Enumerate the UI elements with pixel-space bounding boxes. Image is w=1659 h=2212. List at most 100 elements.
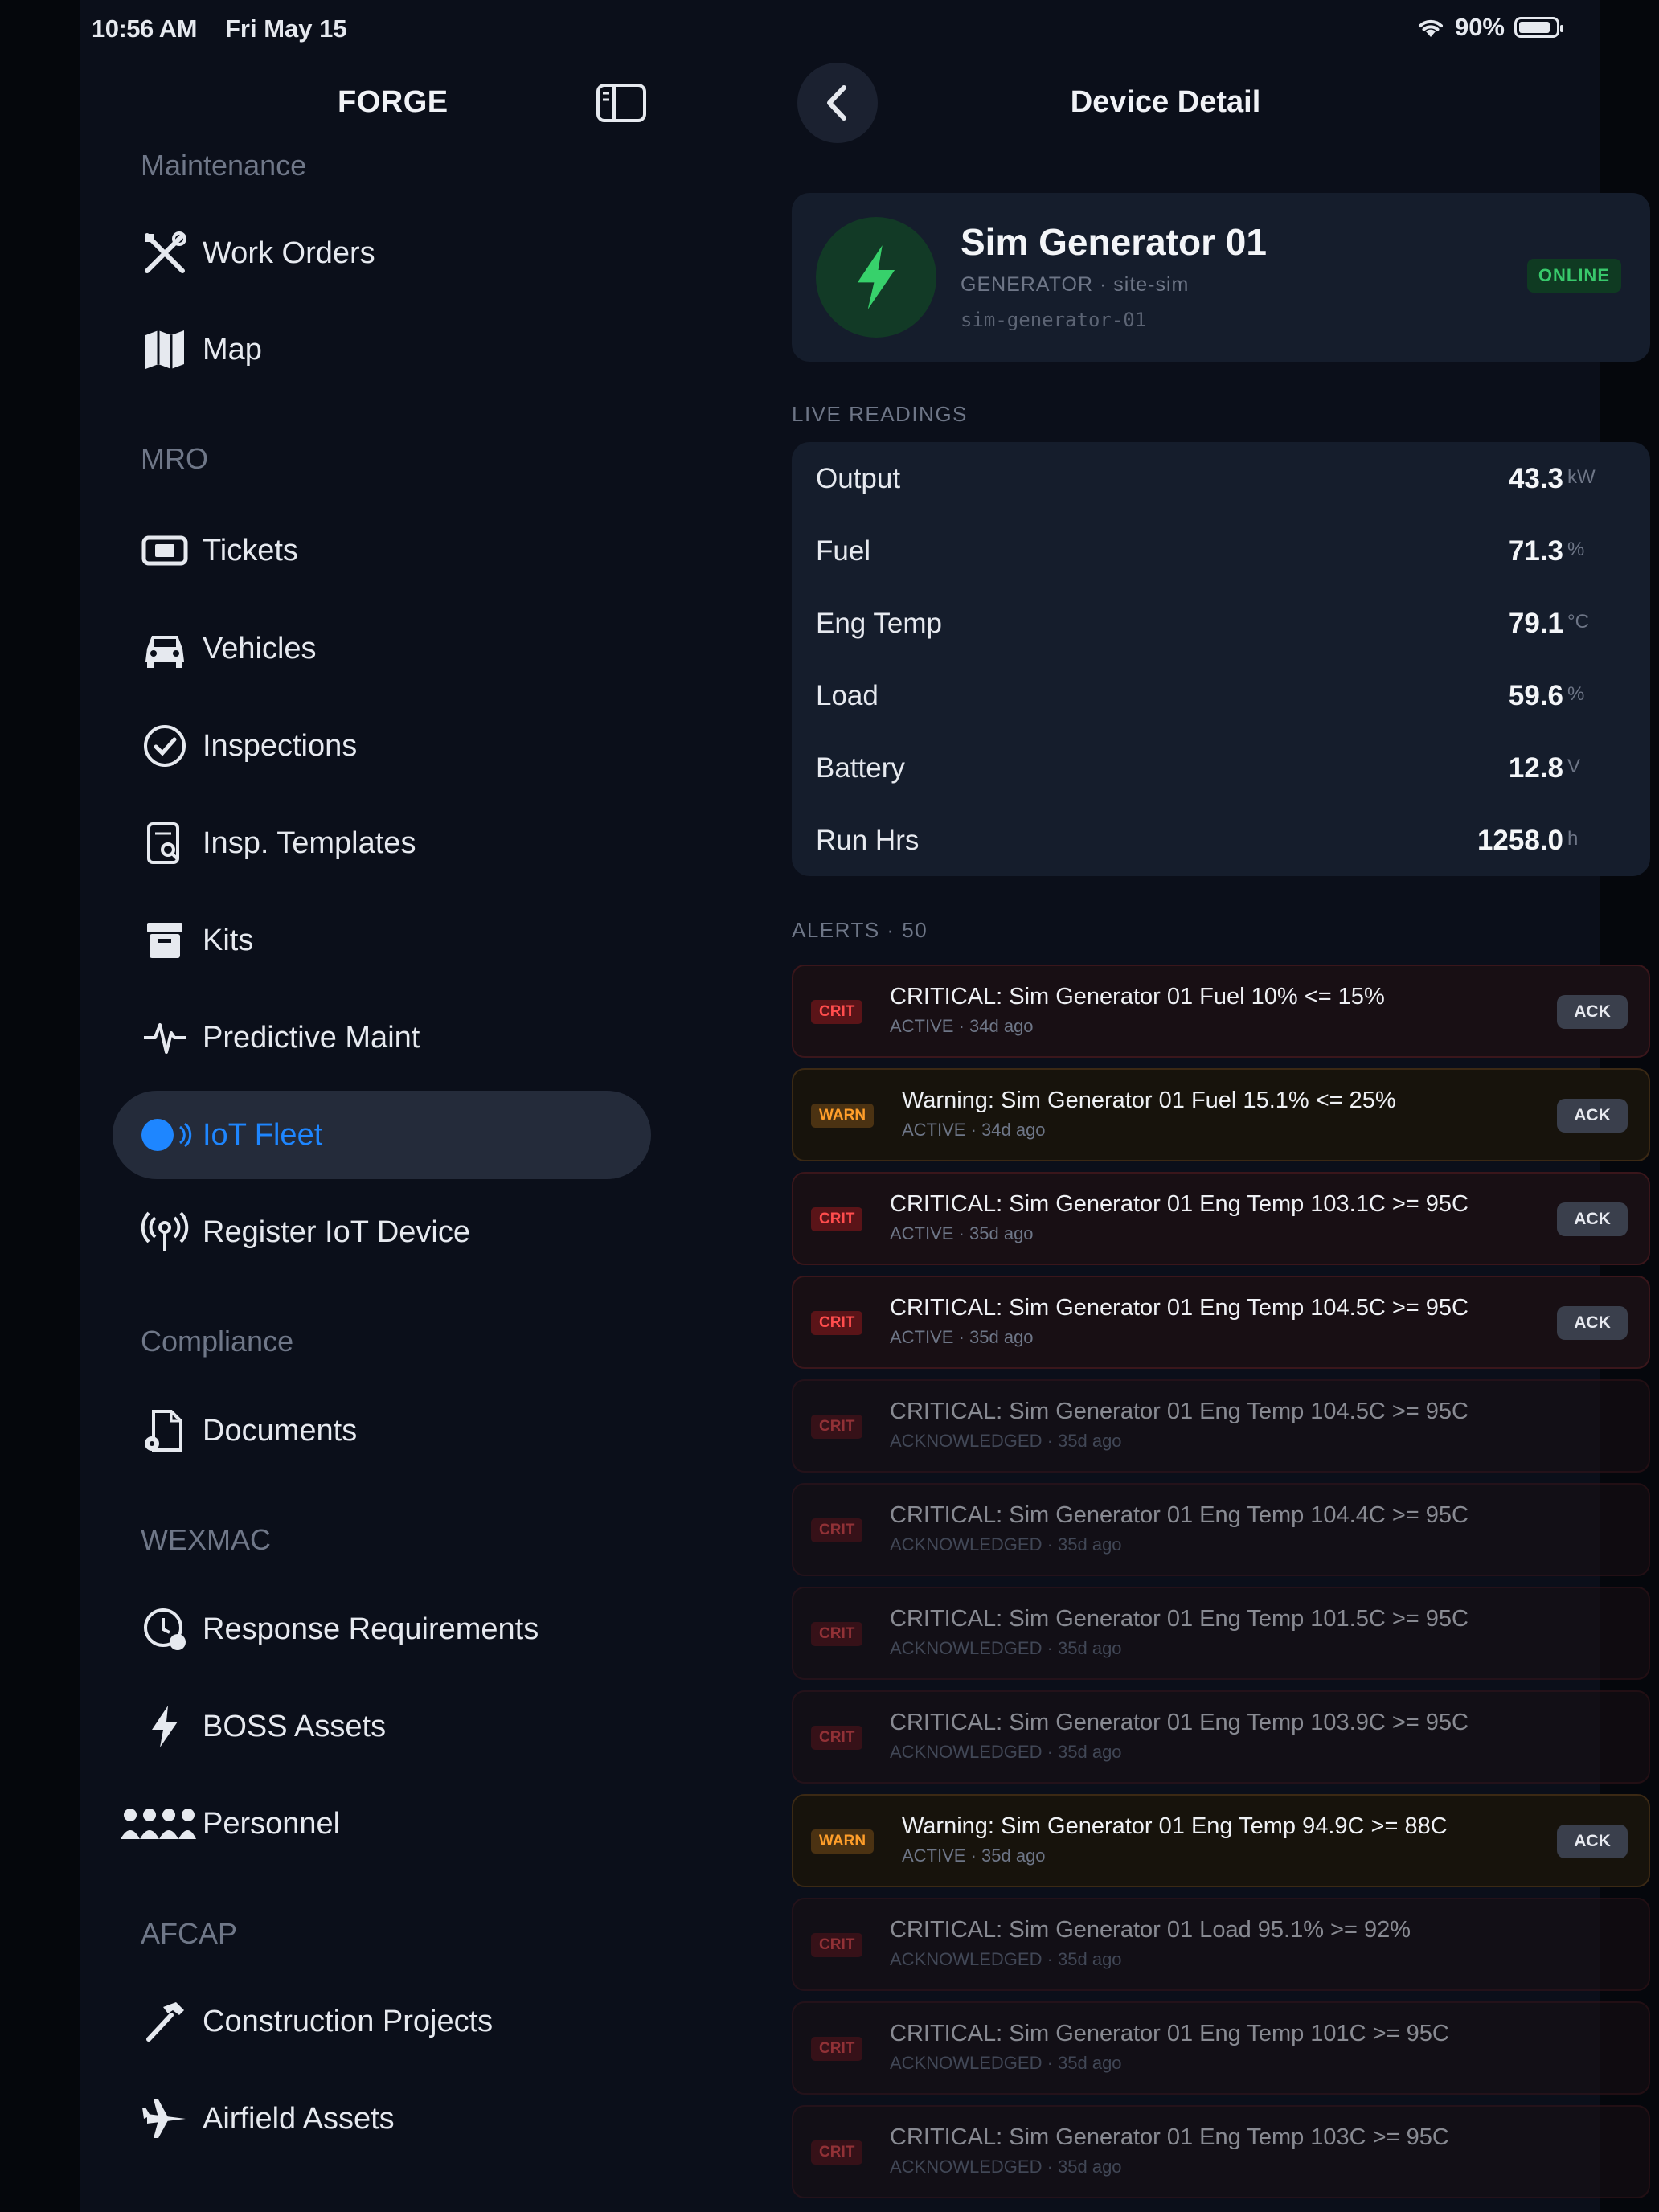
alert-row[interactable]: WARN Warning: Sim Generator 01 Eng Temp … [792, 1794, 1650, 1887]
ticket-icon [137, 522, 193, 579]
sidebar-item-label: BOSS Assets [203, 1709, 387, 1743]
reading-row: Fuel 71.3 % [792, 514, 1650, 587]
ack-button[interactable]: ACK [1557, 995, 1628, 1029]
section-label-afcap: AFCAP [141, 1917, 238, 1950]
sidebar-item-label: Predictive Maint [203, 1020, 420, 1055]
alert-row[interactable]: CRIT CRITICAL: Sim Generator 01 Load 95.… [792, 1898, 1650, 1991]
sidebar-item-inspections[interactable]: Inspections [113, 702, 651, 790]
sidebar-item-insp-templates[interactable]: Insp. Templates [113, 799, 651, 887]
reading-name: Battery [816, 752, 905, 784]
alert-row[interactable]: CRIT CRITICAL: Sim Generator 01 Fuel 10%… [792, 965, 1650, 1058]
sidebar-item-response-requirements[interactable]: Response Requirements [113, 1585, 651, 1673]
document-gear-icon [137, 1403, 193, 1459]
device-type-site: GENERATOR · site-sim [961, 273, 1190, 296]
sidebar-item-label: Insp. Templates [203, 825, 416, 860]
sidebar-item-personnel[interactable]: Personnel [113, 1780, 651, 1868]
sidebar-item-predictive-maint[interactable]: Predictive Maint [113, 993, 651, 1082]
alert-meta: ACTIVE · 35d ago [890, 1327, 1034, 1347]
section-label-compliance: Compliance [141, 1325, 294, 1358]
reading-name: Eng Temp [816, 608, 942, 639]
check-badge-icon [137, 718, 193, 774]
severity-badge: CRIT [811, 1207, 863, 1231]
severity-badge: WARN [811, 1104, 875, 1128]
alert-row[interactable]: CRIT CRITICAL: Sim Generator 01 Eng Temp… [792, 2105, 1650, 2198]
severity-badge: CRIT [811, 1311, 863, 1335]
device-id: sim-generator-01 [961, 309, 1147, 331]
hammer-icon [137, 1993, 193, 2050]
sidebar-item-vehicles[interactable]: Vehicles [113, 604, 651, 693]
reading-row: Run Hrs 1258.0 h [792, 804, 1650, 876]
severity-badge: CRIT [811, 1726, 863, 1750]
alerts-header: ALERTS · 50 [792, 918, 928, 942]
ack-button[interactable]: ACK [1557, 1099, 1628, 1133]
alert-meta: ACTIVE · 35d ago [890, 1223, 1034, 1243]
sidebar-item-map[interactable]: Map [113, 305, 651, 394]
device-detail-panel: Device Detail Sim Generator 01 GENERATOR… [699, 48, 1650, 2212]
sidebar-toggle-button[interactable] [595, 80, 648, 125]
status-time: 10:56 AM [92, 14, 197, 43]
battery-icon [1514, 17, 1563, 38]
sidebar-item-label: Inspections [203, 728, 358, 763]
reading-unit: % [1567, 539, 1585, 560]
reading-unit: V [1567, 756, 1581, 777]
reading-unit: °C [1567, 611, 1589, 633]
alert-meta: ACKNOWLEDGED · 35d ago [890, 1431, 1122, 1451]
section-label-wexmac: WEXMAC [141, 1523, 271, 1556]
alert-message: Warning: Sim Generator 01 Fuel 15.1% <= … [902, 1088, 1396, 1113]
sidebar-item-work-orders[interactable]: Work Orders [113, 209, 651, 297]
alert-meta: ACKNOWLEDGED · 35d ago [890, 1638, 1122, 1658]
people-icon [119, 1796, 196, 1852]
status-date: Fri May 15 [225, 14, 347, 43]
alert-row[interactable]: CRIT CRITICAL: Sim Generator 01 Eng Temp… [792, 1276, 1650, 1369]
sidebar-item-label: Documents [203, 1413, 358, 1448]
alert-row[interactable]: CRIT CRITICAL: Sim Generator 01 Eng Temp… [792, 2001, 1650, 2095]
ack-button[interactable]: ACK [1557, 1306, 1628, 1340]
alert-meta: ACKNOWLEDGED · 35d ago [890, 2157, 1122, 2177]
alert-row[interactable]: CRIT CRITICAL: Sim Generator 01 Eng Temp… [792, 1483, 1650, 1576]
alert-meta: ACKNOWLEDGED · 35d ago [890, 1742, 1122, 1762]
sidebar-item-label: IoT Fleet [203, 1117, 323, 1152]
alert-meta: ACKNOWLEDGED · 35d ago [890, 2053, 1122, 2073]
readings-header: LIVE READINGS [792, 402, 968, 426]
sidebar-item-tickets[interactable]: Tickets [113, 506, 651, 595]
alert-row[interactable]: WARN Warning: Sim Generator 01 Fuel 15.1… [792, 1068, 1650, 1161]
reading-value: 59.6 [1508, 680, 1563, 711]
reading-row: Eng Temp 79.1 °C [792, 587, 1650, 659]
alert-row[interactable]: CRIT CRITICAL: Sim Generator 01 Eng Temp… [792, 1587, 1650, 1680]
sidebar-item-register-iot-device[interactable]: Register IoT Device [113, 1188, 651, 1276]
alert-row[interactable]: CRIT CRITICAL: Sim Generator 01 Eng Temp… [792, 1690, 1650, 1784]
sidebar-item-airfield-assets[interactable]: Airfield Assets [113, 2075, 651, 2163]
reading-row: Battery 12.8 V [792, 731, 1650, 804]
alert-message: CRITICAL: Sim Generator 01 Load 95.1% >=… [890, 1917, 1411, 1943]
sidebar-item-label: Airfield Assets [203, 2101, 395, 2136]
reading-row: Output 43.3 kW [792, 442, 1650, 514]
waveform-icon [137, 1010, 193, 1066]
sidebar-item-documents[interactable]: Documents [113, 1387, 651, 1475]
reading-value: 43.3 [1508, 463, 1563, 494]
battery-percent: 90% [1454, 13, 1505, 41]
alert-row[interactable]: CRIT CRITICAL: Sim Generator 01 Eng Temp… [792, 1379, 1650, 1473]
alert-message: CRITICAL: Sim Generator 01 Eng Temp 104.… [890, 1295, 1469, 1321]
alert-message: CRITICAL: Sim Generator 01 Eng Temp 103.… [890, 1710, 1469, 1735]
broadcast-dot-icon [137, 1107, 193, 1163]
alert-meta: ACTIVE · 34d ago [902, 1120, 1046, 1140]
sidebar-item-construction-projects[interactable]: Construction Projects [113, 1977, 651, 2066]
live-readings-list: Output 43.3 kW Fuel 71.3 % Eng Temp 79.1… [792, 442, 1650, 876]
severity-badge: CRIT [811, 2037, 863, 2061]
antenna-icon [137, 1204, 193, 1260]
alert-message: CRITICAL: Sim Generator 01 Eng Temp 101C… [890, 2021, 1449, 2046]
sidebar-item-boss-assets[interactable]: BOSS Assets [113, 1682, 651, 1771]
sidebar-item-label: Map [203, 332, 262, 367]
alert-row[interactable]: CRIT CRITICAL: Sim Generator 01 Eng Temp… [792, 1172, 1650, 1265]
alert-message: CRITICAL: Sim Generator 01 Fuel 10% <= 1… [890, 984, 1385, 1010]
alert-meta: ACKNOWLEDGED · 35d ago [890, 1534, 1122, 1555]
alert-message: CRITICAL: Sim Generator 01 Eng Temp 103C… [890, 2124, 1449, 2150]
sidebar-item-label: Work Orders [203, 236, 375, 270]
ack-button[interactable]: ACK [1557, 1825, 1628, 1858]
section-label-mro: MRO [141, 442, 208, 475]
sidebar-toggle-icon [596, 84, 646, 122]
sidebar-item-iot-fleet[interactable]: IoT Fleet [113, 1091, 651, 1179]
ack-button[interactable]: ACK [1557, 1202, 1628, 1236]
reading-value: 71.3 [1508, 535, 1563, 567]
sidebar-item-kits[interactable]: Kits [113, 896, 651, 985]
